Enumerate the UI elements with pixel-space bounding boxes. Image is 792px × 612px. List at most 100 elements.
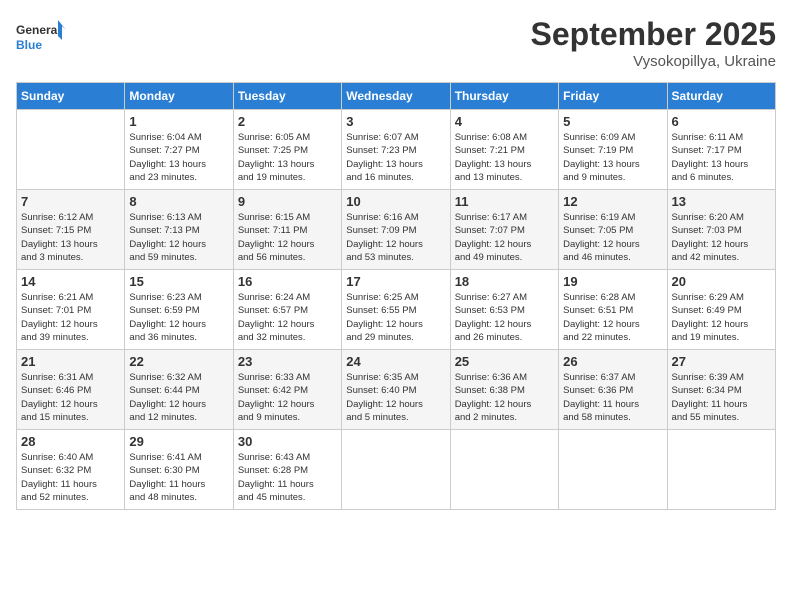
day-info: Sunrise: 6:40 AMSunset: 6:32 PMDaylight:…	[21, 451, 120, 504]
calendar-cell: 18 Sunrise: 6:27 AMSunset: 6:53 PMDayligh…	[450, 270, 558, 350]
calendar-cell: 28 Sunrise: 6:40 AMSunset: 6:32 PMDayligh…	[17, 430, 125, 510]
day-info: Sunrise: 6:24 AMSunset: 6:57 PMDaylight:…	[238, 291, 337, 344]
calendar-cell	[559, 430, 667, 510]
month-title: September 2025	[531, 16, 776, 53]
calendar-cell: 10 Sunrise: 6:16 AMSunset: 7:09 PMDayligh…	[342, 190, 450, 270]
header-day-thursday: Thursday	[450, 83, 558, 110]
day-info: Sunrise: 6:19 AMSunset: 7:05 PMDaylight:…	[563, 211, 662, 264]
svg-text:General: General	[16, 23, 61, 37]
day-info: Sunrise: 6:43 AMSunset: 6:28 PMDaylight:…	[238, 451, 337, 504]
day-number: 21	[21, 354, 120, 369]
day-number: 25	[455, 354, 554, 369]
day-number: 5	[563, 114, 662, 129]
day-number: 14	[21, 274, 120, 289]
calendar-cell: 9Sunrise: 6:15 AMSunset: 7:11 PMDaylight…	[233, 190, 341, 270]
day-number: 26	[563, 354, 662, 369]
calendar-table: SundayMondayTuesdayWednesdayThursdayFrid…	[16, 82, 776, 510]
calendar-cell: 17Sunrise: 6:25 AMSunset: 6:55 PMDayligh…	[342, 270, 450, 350]
day-info: Sunrise: 6:39 AMSunset: 6:34 PMDaylight:…	[672, 371, 771, 424]
day-info: Sunrise: 6:41 AMSunset: 6:30 PMDaylight:…	[129, 451, 228, 504]
calendar-cell: 8 Sunrise: 6:13 AMSunset: 7:13 PMDaylight…	[125, 190, 233, 270]
day-number: 3	[346, 114, 445, 129]
day-number: 13	[672, 194, 771, 209]
calendar-cell: 5 Sunrise: 6:09 AMSunset: 7:19 PMDaylight…	[559, 110, 667, 190]
calendar-cell: 22 Sunrise: 6:32 AMSunset: 6:44 PMDayligh…	[125, 350, 233, 430]
page-header: General Blue September 2025 Vysokopillya…	[16, 16, 776, 70]
calendar-cell: 4 Sunrise: 6:08 AMSunset: 7:21 PMDaylight…	[450, 110, 558, 190]
header-day-sunday: Sunday	[17, 83, 125, 110]
day-info: Sunrise: 6:32 AMSunset: 6:44 PMDaylight:…	[129, 371, 228, 424]
day-number: 16	[238, 274, 337, 289]
day-info: Sunrise: 6:15 AMSunset: 7:11 PMDaylight:…	[238, 211, 337, 264]
day-number: 2	[238, 114, 337, 129]
day-info: Sunrise: 6:17 AMSunset: 7:07 PMDaylight:…	[455, 211, 554, 264]
calendar-cell: 3 Sunrise: 6:07 AMSunset: 7:23 PMDaylight…	[342, 110, 450, 190]
day-info: Sunrise: 6:27 AMSunset: 6:53 PMDaylight:…	[455, 291, 554, 344]
day-info: Sunrise: 6:09 AMSunset: 7:19 PMDaylight:…	[563, 131, 662, 184]
day-number: 1	[129, 114, 228, 129]
day-info: Sunrise: 6:31 AMSunset: 6:46 PMDaylight:…	[21, 371, 120, 424]
location-subtitle: Vysokopillya, Ukraine	[531, 53, 776, 70]
svg-text:Blue: Blue	[16, 38, 42, 52]
calendar-cell: 27 Sunrise: 6:39 AMSunset: 6:34 PMDayligh…	[667, 350, 775, 430]
header-day-friday: Friday	[559, 83, 667, 110]
day-info: Sunrise: 6:07 AMSunset: 7:23 PMDaylight:…	[346, 131, 445, 184]
calendar-cell: 11 Sunrise: 6:17 AMSunset: 7:07 PMDayligh…	[450, 190, 558, 270]
logo-svg: General Blue	[16, 16, 66, 60]
day-number: 8	[129, 194, 228, 209]
day-number: 4	[455, 114, 554, 129]
calendar-cell: 13 Sunrise: 6:20 AMSunset: 7:03 PMDayligh…	[667, 190, 775, 270]
header-day-wednesday: Wednesday	[342, 83, 450, 110]
day-info: Sunrise: 6:25 AMSunset: 6:55 PMDaylight:…	[346, 291, 445, 344]
day-info: Sunrise: 6:33 AMSunset: 6:42 PMDaylight:…	[238, 371, 337, 424]
calendar-cell: 12 Sunrise: 6:19 AMSunset: 7:05 PMDayligh…	[559, 190, 667, 270]
calendar-cell: 21 Sunrise: 6:31 AMSunset: 6:46 PMDayligh…	[17, 350, 125, 430]
day-info: Sunrise: 6:21 AMSunset: 7:01 PMDaylight:…	[21, 291, 120, 344]
day-number: 15	[129, 274, 228, 289]
calendar-cell: 7Sunrise: 6:12 AMSunset: 7:15 PMDaylight…	[17, 190, 125, 270]
day-number: 24	[346, 354, 445, 369]
header-day-tuesday: Tuesday	[233, 83, 341, 110]
day-number: 30	[238, 434, 337, 449]
calendar-cell: 19 Sunrise: 6:28 AMSunset: 6:51 PMDayligh…	[559, 270, 667, 350]
title-block: September 2025 Vysokopillya, Ukraine	[531, 16, 776, 70]
calendar-cell: 25 Sunrise: 6:36 AMSunset: 6:38 PMDayligh…	[450, 350, 558, 430]
day-number: 6	[672, 114, 771, 129]
day-number: 12	[563, 194, 662, 209]
calendar-cell: 14 Sunrise: 6:21 AMSunset: 7:01 PMDayligh…	[17, 270, 125, 350]
calendar-cell: 20 Sunrise: 6:29 AMSunset: 6:49 PMDayligh…	[667, 270, 775, 350]
day-number: 11	[455, 194, 554, 209]
day-info: Sunrise: 6:08 AMSunset: 7:21 PMDaylight:…	[455, 131, 554, 184]
day-info: Sunrise: 6:05 AMSunset: 7:25 PMDaylight:…	[238, 131, 337, 184]
day-number: 18	[455, 274, 554, 289]
calendar-cell	[667, 430, 775, 510]
day-number: 10	[346, 194, 445, 209]
day-number: 20	[672, 274, 771, 289]
calendar-cell	[342, 430, 450, 510]
day-number: 22	[129, 354, 228, 369]
day-info: Sunrise: 6:29 AMSunset: 6:49 PMDaylight:…	[672, 291, 771, 344]
day-number: 7	[21, 194, 120, 209]
day-info: Sunrise: 6:11 AMSunset: 7:17 PMDaylight:…	[672, 131, 771, 184]
calendar-cell: 24 Sunrise: 6:35 AMSunset: 6:40 PMDayligh…	[342, 350, 450, 430]
day-info: Sunrise: 6:16 AMSunset: 7:09 PMDaylight:…	[346, 211, 445, 264]
day-number: 19	[563, 274, 662, 289]
calendar-cell	[450, 430, 558, 510]
day-number: 29	[129, 434, 228, 449]
calendar-cell: 1 Sunrise: 6:04 AMSunset: 7:27 PMDaylight…	[125, 110, 233, 190]
calendar-cell	[17, 110, 125, 190]
calendar-cell: 2 Sunrise: 6:05 AMSunset: 7:25 PMDaylight…	[233, 110, 341, 190]
calendar-cell: 30 Sunrise: 6:43 AMSunset: 6:28 PMDayligh…	[233, 430, 341, 510]
calendar-cell: 16 Sunrise: 6:24 AMSunset: 6:57 PMDayligh…	[233, 270, 341, 350]
calendar-cell: 29 Sunrise: 6:41 AMSunset: 6:30 PMDayligh…	[125, 430, 233, 510]
day-info: Sunrise: 6:20 AMSunset: 7:03 PMDaylight:…	[672, 211, 771, 264]
day-info: Sunrise: 6:13 AMSunset: 7:13 PMDaylight:…	[129, 211, 228, 264]
day-number: 28	[21, 434, 120, 449]
day-info: Sunrise: 6:28 AMSunset: 6:51 PMDaylight:…	[563, 291, 662, 344]
calendar-cell: 15Sunrise: 6:23 AMSunset: 6:59 PMDayligh…	[125, 270, 233, 350]
day-info: Sunrise: 6:04 AMSunset: 7:27 PMDaylight:…	[129, 131, 228, 184]
calendar-cell: 6 Sunrise: 6:11 AMSunset: 7:17 PMDaylight…	[667, 110, 775, 190]
day-number: 27	[672, 354, 771, 369]
day-info: Sunrise: 6:35 AMSunset: 6:40 PMDaylight:…	[346, 371, 445, 424]
day-info: Sunrise: 6:36 AMSunset: 6:38 PMDaylight:…	[455, 371, 554, 424]
